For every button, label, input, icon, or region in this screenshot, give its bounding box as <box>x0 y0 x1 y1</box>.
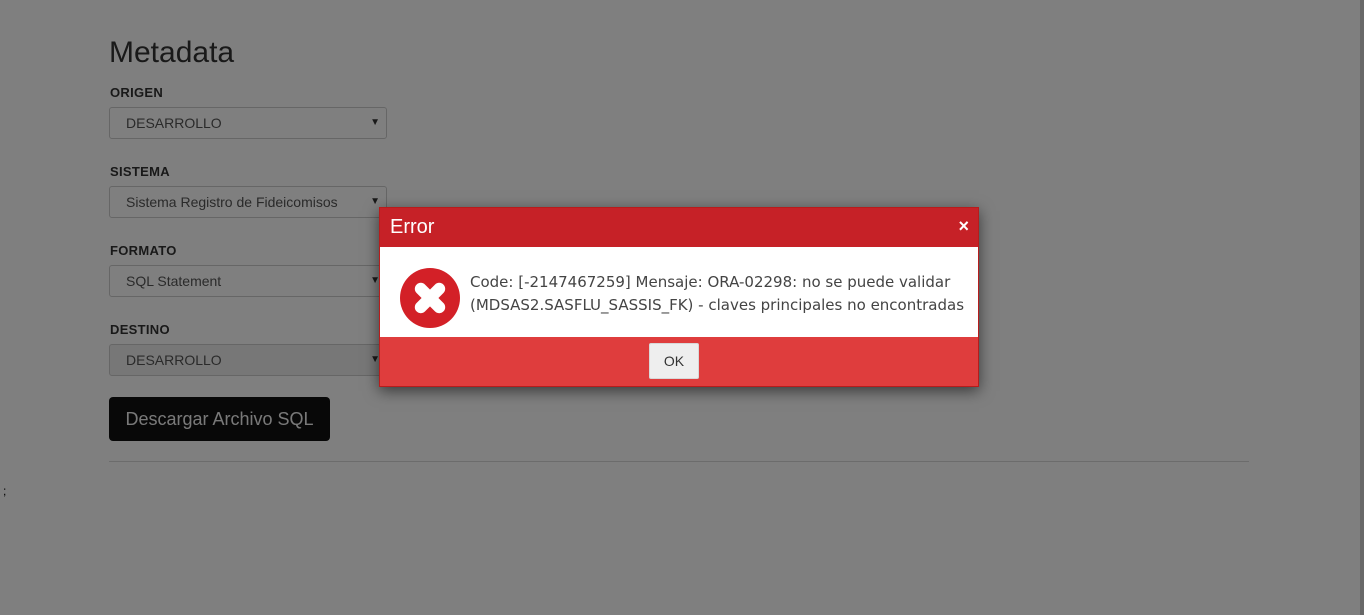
dialog-title: Error <box>390 216 435 238</box>
dialog-footer: OK <box>380 337 978 386</box>
error-x-circle-icon <box>400 268 460 328</box>
error-message-line-2: (MDSAS2.SASFLU_SASSIS_FK) - claves princ… <box>470 296 965 314</box>
dialog-header: Error × <box>380 208 978 247</box>
close-icon[interactable]: × <box>958 216 969 236</box>
dialog-body: Code: [-2147467259] Mensaje: ORA-02298: … <box>380 247 978 337</box>
error-message-line-1: Code: [-2147467259] Mensaje: ORA-02298: … <box>470 273 951 291</box>
error-dialog: Error × Code: [-2147467259] Mensaje: ORA… <box>379 207 979 387</box>
ok-button[interactable]: OK <box>649 343 699 379</box>
error-message: Code: [-2147467259] Mensaje: ORA-02298: … <box>470 271 970 317</box>
